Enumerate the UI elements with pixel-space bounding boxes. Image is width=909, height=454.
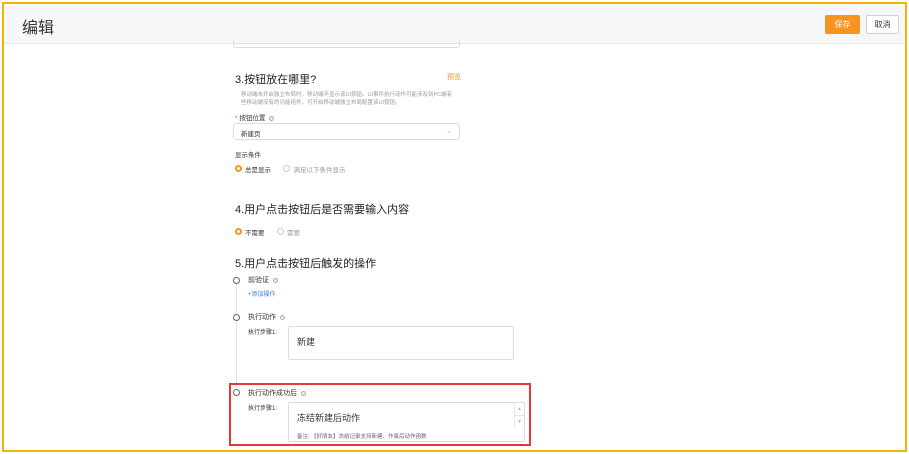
display-condition-label: 显示条件 <box>235 152 261 159</box>
question-circle-icon[interactable]: ? <box>272 277 278 283</box>
radio-no-input[interactable]: 不需要 <box>235 223 269 240</box>
description-line-2: 些移动端没有的功能组件。可开启移动端独立布局配置该UI按钮。 <box>241 100 401 106</box>
previous-input-edge <box>233 39 460 48</box>
position-label: * 按钮位置 ? <box>235 112 275 122</box>
radio-circle-icon <box>276 228 284 236</box>
timeline-dot <box>233 277 240 284</box>
radio-circle-icon <box>283 165 291 173</box>
radio-circle-icon <box>235 228 242 236</box>
header-bar: 编辑 保存 取消 <box>4 4 905 44</box>
after-step-box[interactable]: 冻结新建后动作 备注: 【好朋友】冻结记录支持新建、作废后动作函数 ▲ ▼ <box>288 402 525 442</box>
radio-always-show[interactable]: 总是显示 <box>235 160 275 177</box>
execute-step-box[interactable]: 新建 <box>288 326 514 360</box>
question-circle-icon[interactable]: ? <box>269 115 275 121</box>
editor-window: 编辑 保存 取消 3.按钮放在哪里? 预览 移动端未开启独立布局时，移动端不显示… <box>2 2 907 452</box>
radio-conditional-show[interactable]: 满足以下条件显示 <box>283 160 345 177</box>
display-condition-options: 总是显示 满足以下条件显示 <box>235 160 345 178</box>
chevron-down-icon: ⌄ <box>446 128 452 135</box>
position-select[interactable]: 新建页 ⌄ <box>233 123 460 140</box>
page-title: 编辑 <box>22 20 55 37</box>
after-step-note: 备注: 【好朋友】冻结记录支持新建、作废后动作函数 <box>297 434 427 440</box>
radio-need-input[interactable]: 需要 <box>276 223 300 240</box>
position-label-text: 按钮位置 <box>239 115 266 122</box>
after-success-label: 执行动作成功后 ? <box>248 390 306 397</box>
section4-title: 4.用户点击按钮后是否需要输入内容 <box>235 204 410 216</box>
question-circle-icon[interactable]: ? <box>279 314 285 320</box>
question-circle-icon[interactable]: ? <box>300 390 306 396</box>
section5-title: 5.用户点击按钮后触发的操作 <box>235 258 377 270</box>
save-button[interactable]: 保存 <box>825 15 860 34</box>
timeline-dot <box>233 314 240 321</box>
add-action-link[interactable]: +添加操作 <box>248 289 276 298</box>
input-required-options: 不需要 需要 <box>235 223 300 241</box>
section3-title: 3.按钮放在哪里? <box>235 74 317 86</box>
pre-validation-label: 前验证 ? <box>248 277 278 284</box>
after-step-label: 执行步骤1: <box>248 406 278 412</box>
form-content: 3.按钮放在哪里? 预览 移动端未开启独立布局时，移动端不显示该UI按钮。UI事… <box>4 39 905 450</box>
execute-step-label: 执行步骤1: <box>248 330 278 336</box>
timeline-line <box>236 283 237 393</box>
timeline-dot <box>233 389 240 396</box>
description-line-1: 移动端未开启独立布局时，移动端不显示该UI按钮。UI事件执行动作可能涉及到PC端… <box>241 92 453 98</box>
stepper-down-icon[interactable]: ▼ <box>514 415 524 427</box>
after-step-value: 冻结新建后动作 <box>297 413 361 423</box>
execute-step-value: 新建 <box>297 337 316 347</box>
execute-action-label: 执行动作 ? <box>248 314 285 321</box>
stepper-up-icon[interactable]: ▲ <box>514 403 524 415</box>
required-mark: * <box>235 115 238 122</box>
section3-description: 移动端未开启独立布局时，移动端不显示该UI按钮。UI事件执行动作可能涉及到PC端… <box>241 91 466 107</box>
radio-circle-icon <box>235 165 242 173</box>
position-select-value: 新建页 <box>241 131 261 138</box>
preview-link[interactable]: 预览 <box>447 72 461 82</box>
cancel-button[interactable]: 取消 <box>866 15 899 34</box>
